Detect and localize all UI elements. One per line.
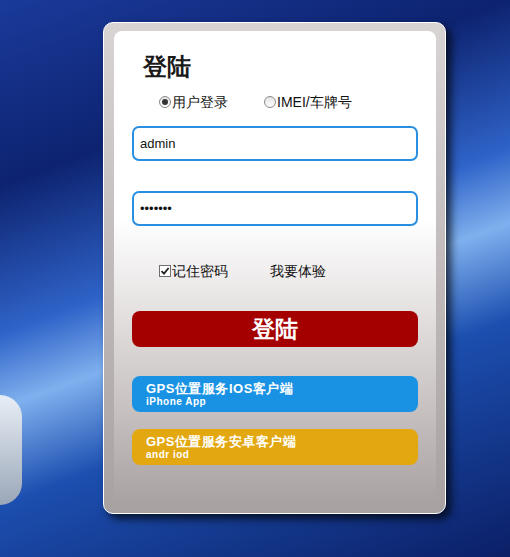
login-title: 登陆 [114,51,436,83]
remember-label: 记住密码 [172,261,228,282]
app-title: GPS位置服务IOS客户端 [146,381,412,396]
check-icon [160,266,170,276]
password-input[interactable] [132,191,418,226]
login-mode-label: IMEI/车牌号 [277,92,352,113]
app-download-button[interactable]: GPS位置服务安卓客户端andr iod [132,429,418,465]
app-subtitle: iPhone App [146,396,412,408]
remember-option[interactable]: 记住密码 [159,261,270,282]
app-download-button[interactable]: GPS位置服务IOS客户端iPhone App [132,376,418,412]
login-mode-option[interactable]: 用户登录 [159,92,264,113]
car-photo [0,395,22,505]
radio-button[interactable] [264,96,276,108]
username-input[interactable] [132,126,418,161]
login-page: 登陆用户登录IMEI/车牌号记住密码我要体验登陆GPS位置服务IOS客户端iPh… [0,0,510,557]
app-subtitle: andr iod [146,449,412,461]
login-mode-label: 用户登录 [172,92,228,113]
options-row: 记住密码 我要体验 [114,263,436,279]
login-panel: 登陆用户登录IMEI/车牌号记住密码我要体验登陆GPS位置服务IOS客户端iPh… [114,31,436,503]
remember-checkbox[interactable] [159,265,171,277]
app-title: GPS位置服务安卓客户端 [146,434,412,449]
login-mode-group: 用户登录 IMEI/车牌号 [114,94,436,110]
radio-button[interactable] [159,96,171,108]
login-button[interactable]: 登陆 [132,311,418,347]
login-card: 登陆用户登录IMEI/车牌号记住密码我要体验登陆GPS位置服务IOS客户端iPh… [103,22,446,514]
login-mode-option[interactable]: IMEI/车牌号 [264,92,352,113]
radio-dot [162,99,168,105]
trial-link[interactable]: 我要体验 [270,261,326,282]
